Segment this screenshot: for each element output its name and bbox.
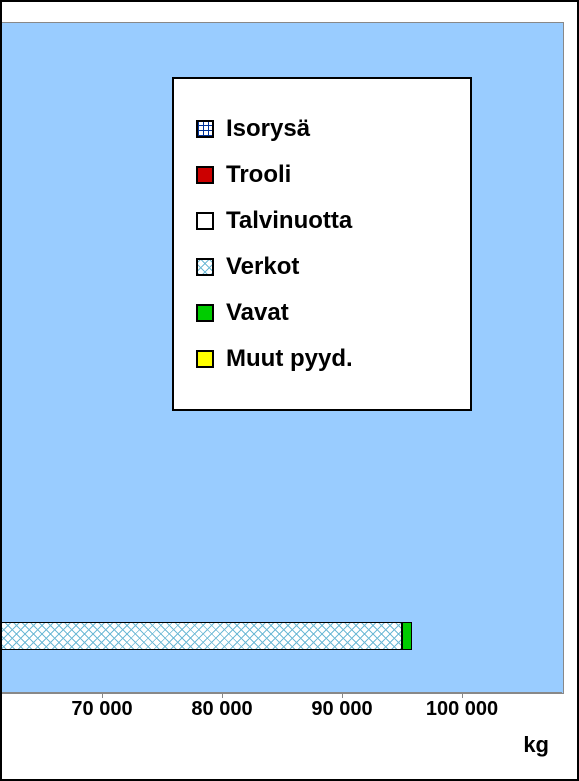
x-tick-label: 100 000 — [426, 698, 498, 721]
legend-item: Muut pyyd. — [196, 345, 448, 373]
legend-item: Isorysä — [196, 115, 448, 143]
bar-segment-vavat — [402, 622, 412, 650]
x-tick-label: 70 000 — [71, 698, 132, 721]
legend-swatch-muut — [196, 350, 214, 368]
legend-item: Vavat — [196, 299, 448, 327]
x-axis-title: kg — [523, 732, 549, 758]
legend-label: Muut pyyd. — [226, 345, 353, 373]
x-axis-line — [0, 692, 562, 693]
legend-item: Talvinuotta — [196, 207, 448, 235]
x-tick-label: 90 000 — [311, 698, 372, 721]
legend-swatch-verkot — [196, 258, 214, 276]
x-axis-ticks: 00 70 000 80 000 90 000 100 000 — [0, 698, 579, 728]
legend-swatch-talvinuotta — [196, 212, 214, 230]
chart-container: 00 70 000 80 000 90 000 100 000 kg Isory… — [0, 0, 579, 781]
legend-label: Trooli — [226, 161, 291, 189]
legend-label: Verkot — [226, 253, 299, 281]
legend-item: Verkot — [196, 253, 448, 281]
legend-label: Vavat — [226, 299, 289, 327]
legend-label: Talvinuotta — [226, 207, 352, 235]
legend-label: Isorysä — [226, 115, 310, 143]
bar-segment-verkot — [0, 622, 402, 650]
legend-swatch-vavat — [196, 304, 214, 322]
x-tick-label: 80 000 — [191, 698, 252, 721]
legend-swatch-trooli — [196, 166, 214, 184]
legend: Isorysä Trooli Talvinuotta Verkot Vavat … — [172, 77, 472, 411]
legend-swatch-isorysa — [196, 120, 214, 138]
legend-item: Trooli — [196, 161, 448, 189]
